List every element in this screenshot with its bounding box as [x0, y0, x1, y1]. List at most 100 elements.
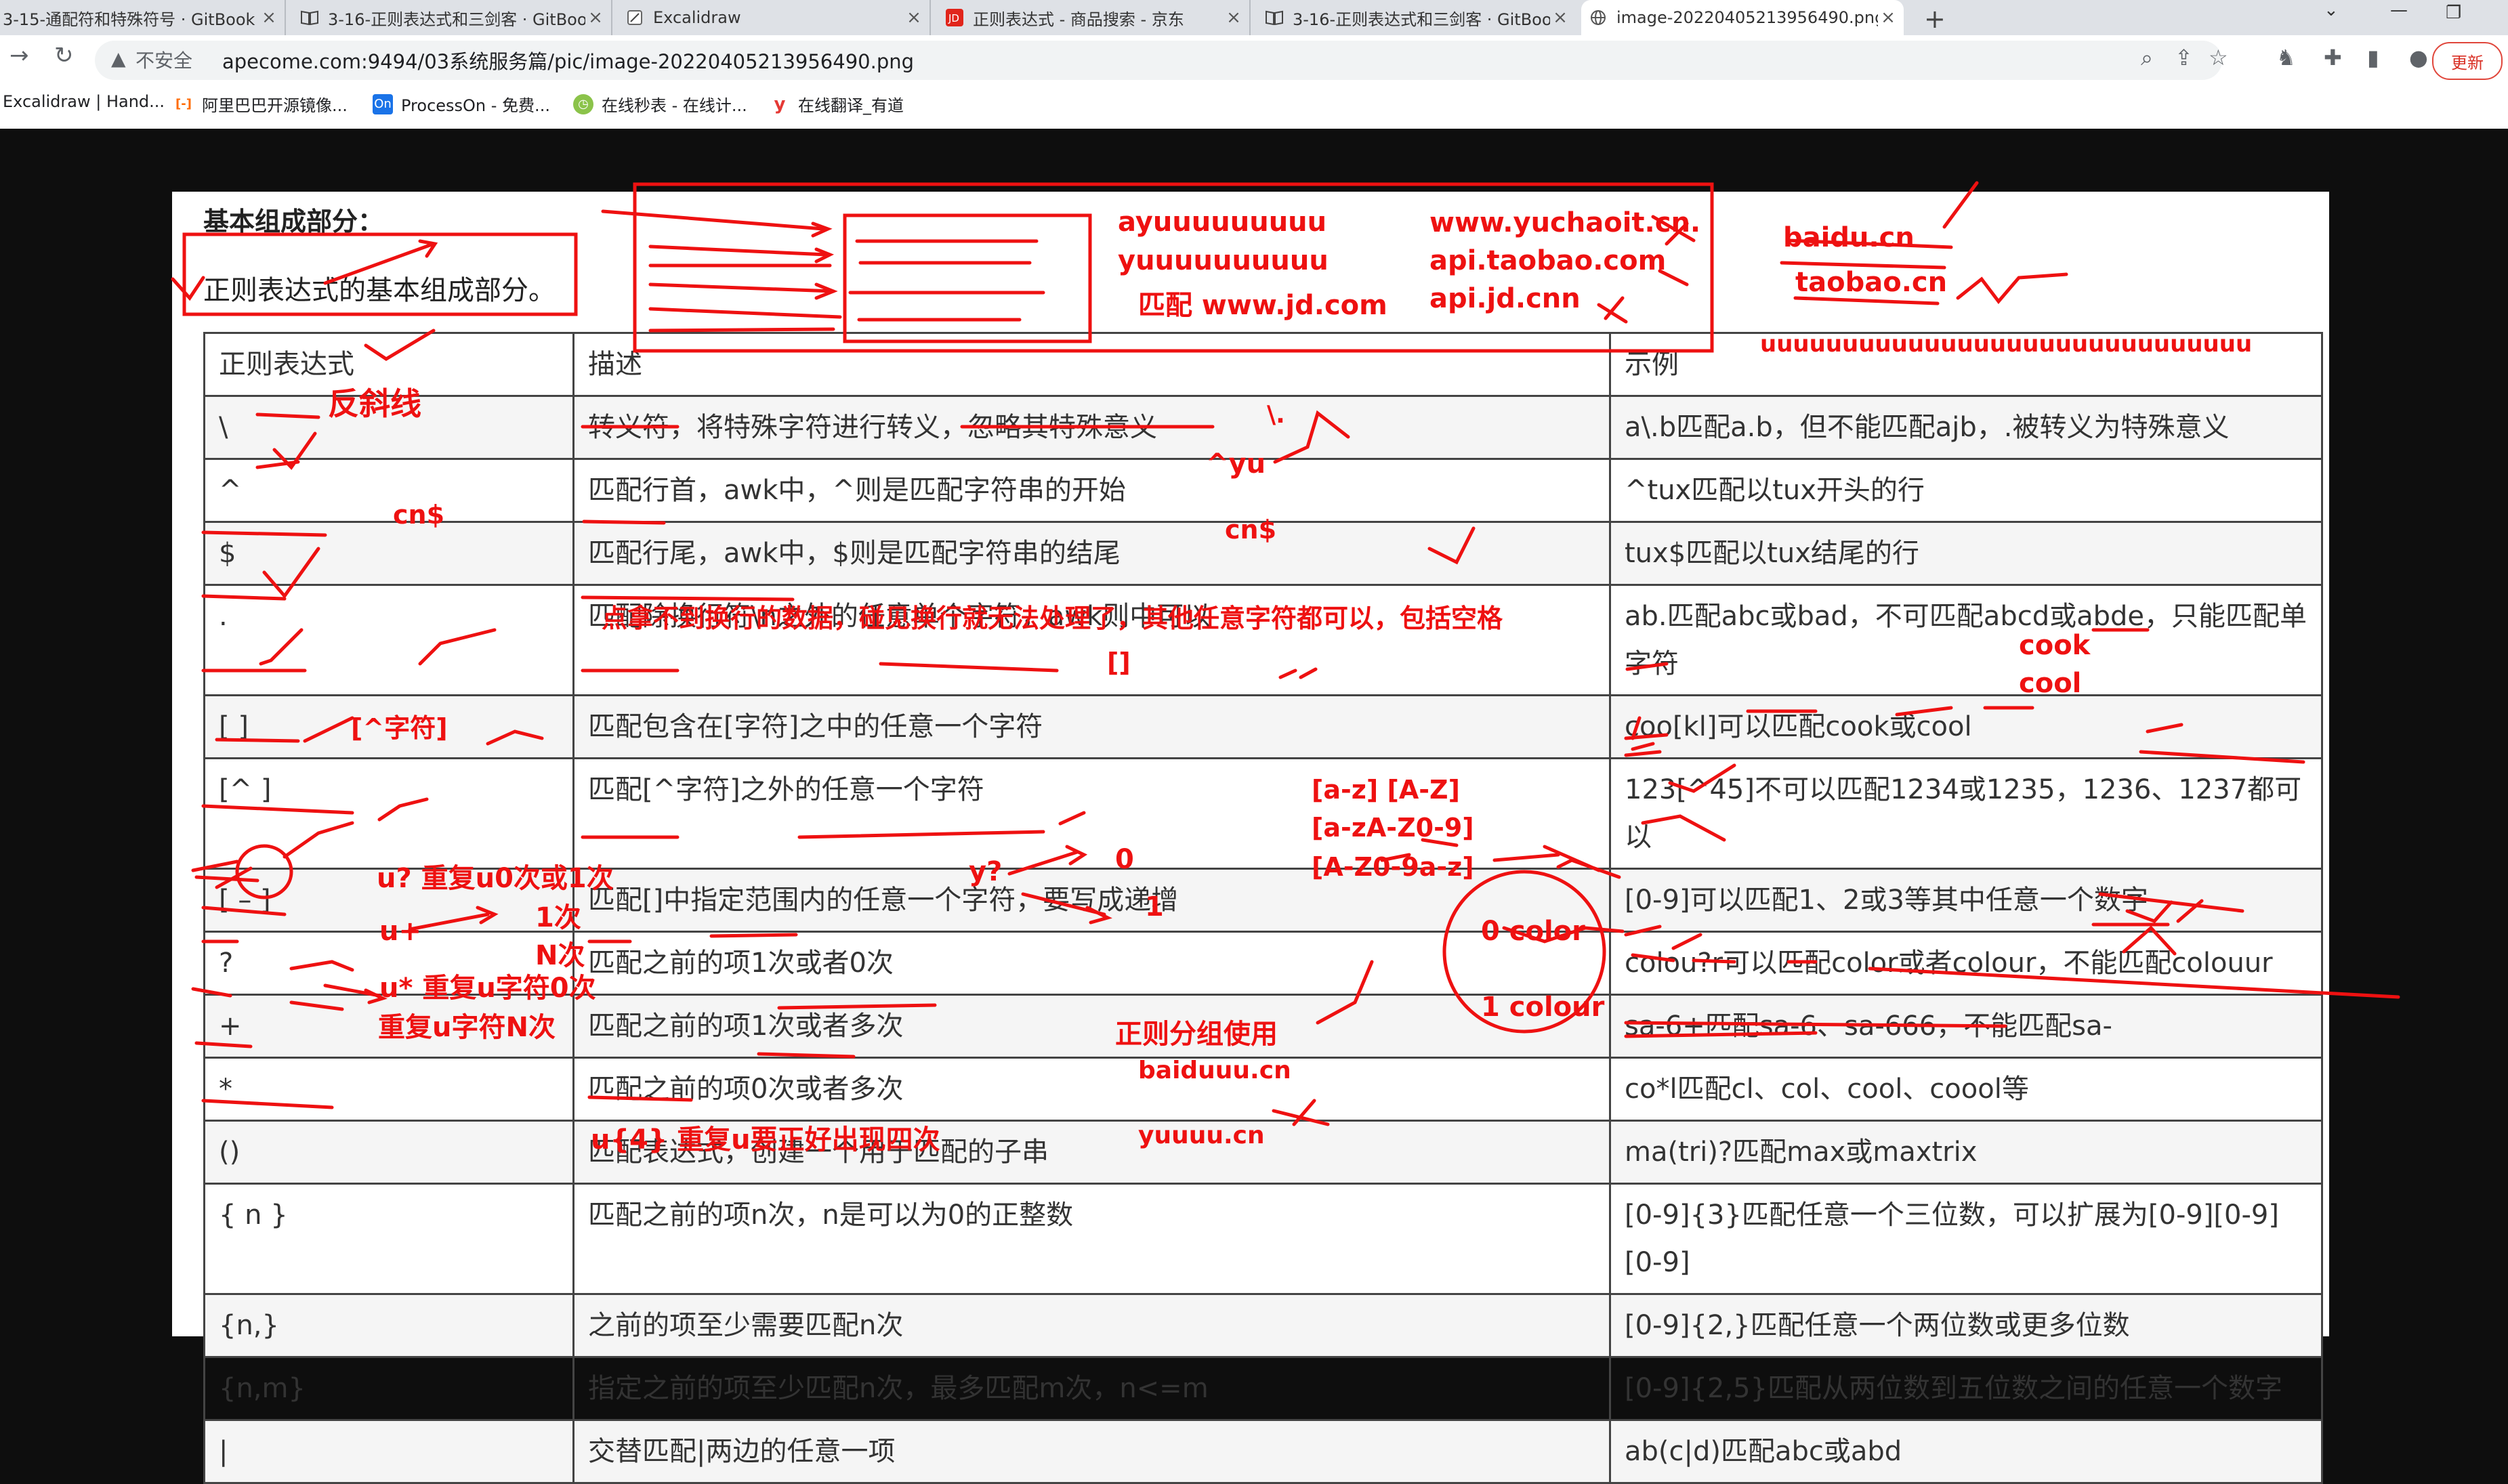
new-tab-button[interactable]: +: [1924, 4, 1946, 34]
cell-expr: { n }: [203, 1183, 574, 1295]
annotation-text: taobao.cn: [1795, 267, 1948, 298]
minimize-icon[interactable]: —: [2390, 0, 2408, 20]
cell-example: 123[^45]不可以匹配1234或1235，1236、1237都可以: [1609, 757, 2323, 870]
close-icon[interactable]: ×: [904, 7, 924, 28]
cell-example: [0-9]{2,}匹配任意一个两位数或更多位数: [1609, 1293, 2323, 1358]
forward-icon[interactable]: →: [9, 42, 29, 69]
cell-example: ma(tri)?匹配max或maxtrix: [1609, 1120, 2323, 1185]
puzzle-icon[interactable]: ✚: [2324, 45, 2342, 70]
cell-desc: 匹配包含在[字符]之中的任意一个字符: [572, 694, 1611, 759]
annotation-text: 正则分组使用: [1115, 1019, 1278, 1050]
tab-title: 正则表达式 - 商品搜索 - 京东: [973, 9, 1184, 29]
annotation-text: cn$: [393, 500, 445, 530]
close-icon[interactable]: ×: [1224, 7, 1244, 28]
regex-table: 正则表达式 描述 示例 \ 转义符，将特殊字符进行转义，忽略其特殊意义 a\.b匹配…: [203, 332, 2323, 1484]
cell-example: tux$匹配以tux结尾的行: [1609, 521, 2323, 586]
annotation-text: cook: [2019, 630, 2091, 661]
bookmark-stopwatch[interactable]: ◷ 在线秒表 - 在线计...: [573, 92, 747, 116]
cell-desc: 匹配之前的项1次或者多次: [572, 994, 1611, 1059]
cell-example: sa-6+匹配sa-6、sa-666，不能匹配sa-: [1609, 994, 2323, 1059]
youdao-icon: y: [774, 93, 786, 114]
annotation-text: u* 重复u字符0次: [379, 973, 596, 1004]
section-description: 正则表达式的基本组成部分。: [203, 275, 556, 306]
bookmark-youdao[interactable]: y 在线翻译_有道: [770, 92, 904, 116]
cell-example: coo[kl]可以匹配cook或cool: [1609, 694, 2323, 759]
table-row: {n,m} 指定之前的项至少匹配n次，最多匹配m次，n<=m [0-9]{2,5}匹…: [203, 1356, 2323, 1421]
bookmark-star-icon[interactable]: ☆: [2209, 45, 2228, 70]
table-row: | 交替匹配|两边的任意一项 ab(c|d)匹配abc或abd: [203, 1419, 2323, 1484]
table-row: {n,} 之前的项至少需要匹配n次 [0-9]{2,}匹配任意一个两位数或更多位数: [203, 1293, 2323, 1358]
tab-1[interactable]: 3-15-通配符和特殊符号 · GitBook ×: [0, 0, 286, 35]
aliyun-icon: [-]: [175, 97, 192, 111]
extension-icon[interactable]: ♞: [2276, 45, 2296, 70]
annotation-text: yuuuuuuuuuu: [1118, 245, 1329, 276]
bookmark-processon[interactable]: On ProcessOn - 免费...: [373, 92, 550, 116]
book-icon: [1264, 7, 1284, 28]
cell-example: a\.b匹配a.b，但不能匹配ajb，.被转义为特殊意义: [1609, 395, 2323, 460]
tab-title: 3-16-正则表达式和三剑客 · GitBook: [1293, 9, 1550, 29]
tab-search-chevron-icon[interactable]: ⌄: [2324, 0, 2339, 20]
bookmark-aliyun[interactable]: [-] 阿里巴巴开源镜像...: [173, 92, 348, 116]
tab-4[interactable]: JD 正则表达式 - 商品搜索 - 京东 ×: [938, 0, 1251, 35]
reload-icon[interactable]: ↻: [54, 42, 74, 69]
cell-expr: |: [203, 1419, 574, 1484]
cell-example: ^tux匹配以tux开头的行: [1609, 458, 2323, 523]
cell-example: ab(c|d)匹配abc或abd: [1609, 1419, 2323, 1484]
tab-5[interactable]: 3-16-正则表达式和三剑客 · GitBook ×: [1257, 0, 1576, 35]
annotation-text: cool: [2019, 668, 2082, 699]
warning-icon[interactable]: ▲: [111, 47, 126, 70]
bookmark-label: 阿里巴巴开源镜像...: [202, 96, 348, 115]
avatar[interactable]: ●: [2409, 45, 2428, 70]
cell-expr: [^ ]: [203, 757, 574, 870]
annotation-text: api.jd.cnn: [1429, 283, 1581, 314]
cell-example: ab.匹配abc或bad，不可匹配abcd或abde，只能匹配单字符: [1609, 584, 2323, 696]
restore-icon[interactable]: ❐: [2446, 3, 2461, 23]
tab-3[interactable]: Excalidraw ×: [618, 0, 931, 35]
tab-6-active[interactable]: image-20220405213956490.png ×: [1581, 0, 1904, 35]
tab-title: 3-16-正则表达式和三剑客 · GitBook: [328, 9, 585, 29]
share-icon[interactable]: ⇪: [2175, 45, 2193, 70]
close-icon[interactable]: ×: [259, 7, 279, 28]
table-row: { n } 匹配之前的项n次，n是可以为0的正整数 [0-9]{3}匹配任意一个三位…: [203, 1183, 2323, 1295]
annotation-text: 1: [1145, 891, 1164, 923]
processon-icon: On: [373, 93, 393, 114]
annotation-text: u{4} 重复u要正好出现四次: [591, 1124, 940, 1156]
sidepanel-icon[interactable]: ▮: [2367, 45, 2379, 70]
cell-desc: 交替匹配|两边的任意一项: [572, 1419, 1611, 1484]
cell-expr: ^: [203, 458, 574, 523]
zoom-icon[interactable]: ⌕: [2141, 45, 2153, 71]
update-button[interactable]: 更新: [2432, 42, 2503, 80]
cell-example: co*l匹配cl、col、cool、coool等: [1609, 1057, 2323, 1122]
cell-desc: 匹配之前的项1次或者0次: [572, 931, 1611, 996]
annotation-text: [A-Z0-9a-z]: [1312, 852, 1474, 882]
cell-desc: 之前的项至少需要匹配n次: [572, 1293, 1611, 1358]
bookmark-label: 在线翻译_有道: [798, 96, 904, 115]
close-icon[interactable]: ×: [1878, 7, 1898, 28]
globe-icon: [1588, 7, 1608, 28]
annotation-text: 匹配 www.jd.com: [1138, 290, 1387, 321]
bookmark-label: Excalidraw | Hand...: [3, 92, 165, 111]
url-text[interactable]: apecome.com:9494/03系统服务篇/pic/image-20220…: [222, 46, 914, 75]
column-header: 描述: [572, 332, 1611, 397]
excalidraw-icon: [625, 7, 645, 28]
cell-expr: {n,}: [203, 1293, 574, 1358]
cell-desc: 匹配之前的项0次或者多次: [572, 1057, 1611, 1122]
security-label[interactable]: 不安全: [135, 46, 192, 73]
jd-icon: JD: [944, 7, 965, 28]
tab-2[interactable]: 3-16-正则表达式和三剑客 · GitBook ×: [293, 0, 612, 35]
bookmark-excalidraw[interactable]: Excalidraw | Hand...: [3, 92, 165, 111]
annotation-text: 重复u字符N次: [378, 1012, 556, 1043]
annotation-text: 1次: [535, 902, 581, 933]
annotation-text: uuuuuuuuuuuuuuuuuuuuuuuuuuuuuu: [1760, 331, 2253, 358]
annotation-text: 反斜线: [328, 385, 421, 422]
bookmark-label: ProcessOn - 免费...: [401, 96, 550, 115]
annotation-text: 0: [1115, 844, 1134, 875]
cell-example: [0-9]{2,5}匹配从两位数到五位数之间的任意一个数字: [1609, 1356, 2323, 1421]
close-icon[interactable]: ×: [585, 7, 606, 28]
annotation-text: [^字符]: [351, 713, 448, 743]
annotation-text: yuuuu.cn: [1138, 1122, 1265, 1149]
close-icon[interactable]: ×: [1550, 7, 1570, 28]
bookmark-label: 在线秒表 - 在线计...: [602, 96, 747, 115]
tab-title: Excalidraw: [653, 8, 741, 27]
table-row: [^ ] 匹配[^字符]之外的任意一个字符 123[^45]不可以匹配1234或12…: [203, 757, 2323, 870]
